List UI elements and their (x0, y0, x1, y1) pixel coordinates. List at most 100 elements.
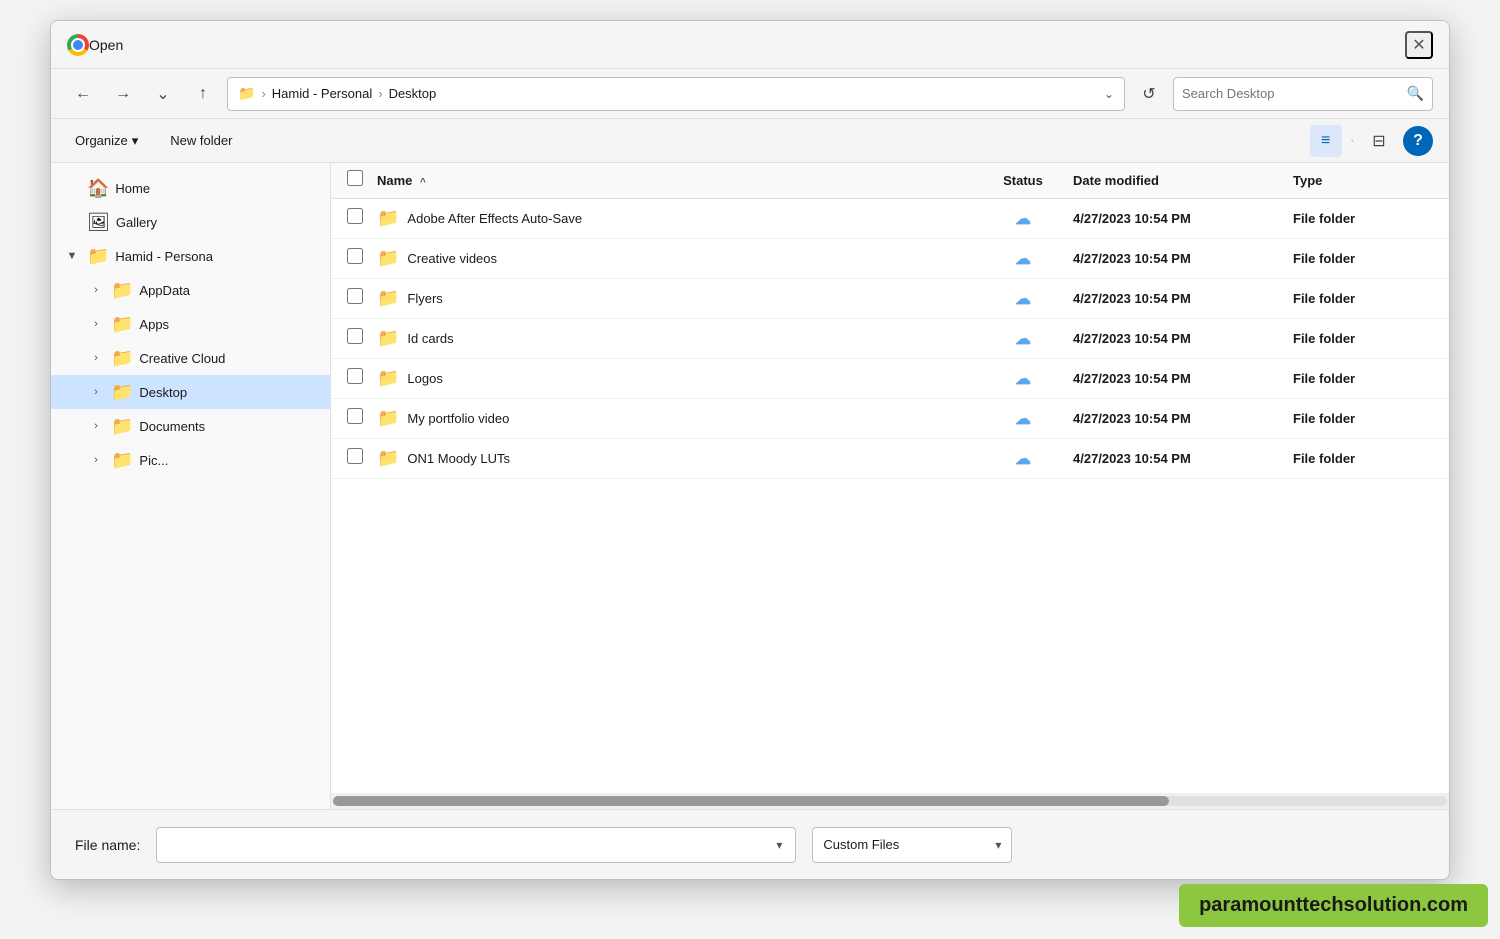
file-type-dropdown-arrow: ▾ (995, 838, 1001, 852)
sidebar-desktop-expand[interactable]: › (87, 383, 105, 401)
file-name-cell: 📁 My portfolio video (377, 408, 973, 429)
sidebar-appdata-label: AppData (139, 283, 318, 298)
table-row[interactable]: 📁 Creative videos ☁ 4/27/2023 10:54 PM F… (331, 239, 1449, 279)
file-date-cell: 4/27/2023 10:54 PM (1073, 331, 1293, 346)
search-input[interactable] (1182, 86, 1401, 101)
sidebar-item-apps[interactable]: › 📁 Apps (51, 307, 330, 341)
file-name-cell: 📁 Adobe After Effects Auto-Save (377, 208, 973, 229)
table-row[interactable]: 📁 Flyers ☁ 4/27/2023 10:54 PM File folde… (331, 279, 1449, 319)
folder-icon: 📁 (377, 248, 399, 269)
file-type-select[interactable]: Custom Files ▾ (812, 827, 1012, 863)
row-checkbox-col (347, 408, 377, 429)
row-checkbox-3[interactable] (347, 328, 363, 344)
forward-button[interactable]: → (107, 78, 139, 110)
row-checkbox-4[interactable] (347, 368, 363, 384)
file-name-dropdown-arrow[interactable]: ▾ (771, 838, 787, 852)
sidebar-item-gallery[interactable]: 🖼 Gallery (51, 205, 330, 239)
sidebar-pictures-label: Pic... (139, 453, 318, 468)
row-checkbox-col (347, 248, 377, 269)
cloud-status-icon: ☁ (1015, 451, 1031, 468)
list-view-icon: ≡ (1321, 132, 1330, 150)
bottom-bar: File name: ▾ Custom Files ▾ (51, 809, 1449, 879)
close-button[interactable]: ✕ (1405, 31, 1433, 59)
sidebar-apps-expand[interactable]: › (87, 315, 105, 333)
address-dropdown-chevron[interactable]: ⌄ (1104, 87, 1114, 101)
address-path-part-2: Desktop (389, 86, 437, 101)
back-button[interactable]: ← (67, 78, 99, 110)
file-status-cell: ☁ (973, 249, 1073, 269)
split-view-button[interactable]: ⊟ (1363, 125, 1395, 157)
sidebar-hamid-expand[interactable]: ▼ (63, 247, 81, 265)
file-type-cell: File folder (1293, 371, 1433, 386)
sidebar-appdata-expand[interactable]: › (87, 281, 105, 299)
file-date-cell: 4/27/2023 10:54 PM (1073, 211, 1293, 226)
cloud-status-icon: ☁ (1015, 251, 1031, 268)
file-name-text: Id cards (407, 331, 453, 346)
row-checkbox-0[interactable] (347, 208, 363, 224)
sidebar-item-desktop[interactable]: › 📁 Desktop (51, 375, 330, 409)
home-icon: 🏠 (87, 178, 109, 199)
sidebar-documents-label: Documents (139, 419, 318, 434)
column-header-status: Status (973, 173, 1073, 188)
table-row[interactable]: 📁 Adobe After Effects Auto-Save ☁ 4/27/2… (331, 199, 1449, 239)
sidebar-item-hamid-personal[interactable]: ▼ 📁 Hamid - Persona (51, 239, 330, 273)
sidebar-item-documents[interactable]: › 📁 Documents (51, 409, 330, 443)
action-bar: Organize ▾ New folder ≡ · ⊟ ? (51, 119, 1449, 163)
column-header-name[interactable]: Name ^ (377, 173, 973, 188)
row-checkbox-6[interactable] (347, 448, 363, 464)
sidebar-pictures-expand[interactable]: › (87, 451, 105, 469)
search-bar: 🔍 (1173, 77, 1433, 111)
refresh-button[interactable]: ↺ (1133, 78, 1165, 110)
file-list-area: Name ^ Status Date modified Type 📁 Adobe… (331, 163, 1449, 809)
table-row[interactable]: 📁 My portfolio video ☁ 4/27/2023 10:54 P… (331, 399, 1449, 439)
file-date-cell: 4/27/2023 10:54 PM (1073, 451, 1293, 466)
sidebar-creative-cloud-expand[interactable]: › (87, 349, 105, 367)
file-date-cell: 4/27/2023 10:54 PM (1073, 251, 1293, 266)
folder-icon: 📁 (377, 408, 399, 429)
cloud-status-icon: ☁ (1015, 211, 1031, 228)
sidebar-documents-expand[interactable]: › (87, 417, 105, 435)
sidebar-item-appdata[interactable]: › 📁 AppData (51, 273, 330, 307)
file-type-cell: File folder (1293, 331, 1433, 346)
address-separator-2: › (378, 86, 382, 101)
list-view-button[interactable]: ≡ (1310, 125, 1342, 157)
address-bar[interactable]: 📁 › Hamid - Personal › Desktop ⌄ (227, 77, 1125, 111)
sidebar-item-pictures[interactable]: › 📁 Pic... (51, 443, 330, 477)
horizontal-scrollbar[interactable] (331, 793, 1449, 809)
row-checkbox-col (347, 208, 377, 229)
row-checkbox-1[interactable] (347, 248, 363, 264)
organize-dropdown-arrow: ▾ (132, 133, 139, 149)
sidebar-home-expand (63, 179, 81, 197)
sidebar-desktop-label: Desktop (139, 385, 318, 400)
hscroll-thumb[interactable] (333, 796, 1169, 806)
documents-icon: 📁 (111, 416, 133, 437)
organize-button[interactable]: Organize ▾ (67, 129, 146, 153)
file-date-cell: 4/27/2023 10:54 PM (1073, 291, 1293, 306)
file-type-cell: File folder (1293, 411, 1433, 426)
appdata-icon: 📁 (111, 280, 133, 301)
row-checkbox-5[interactable] (347, 408, 363, 424)
file-status-cell: ☁ (973, 369, 1073, 389)
file-name-input[interactable] (165, 837, 771, 852)
file-name-text: Adobe After Effects Auto-Save (407, 211, 582, 226)
file-status-cell: ☁ (973, 449, 1073, 469)
creative-cloud-icon: 📁 (111, 348, 133, 369)
column-header-type: Type (1293, 173, 1433, 188)
table-row[interactable]: 📁 Id cards ☁ 4/27/2023 10:54 PM File fol… (331, 319, 1449, 359)
help-button[interactable]: ? (1403, 126, 1433, 156)
new-folder-button[interactable]: New folder (162, 129, 240, 152)
sidebar-item-creative-cloud[interactable]: › 📁 Creative Cloud (51, 341, 330, 375)
up-button[interactable]: ↑ (187, 78, 219, 110)
sidebar-item-home[interactable]: 🏠 Home (51, 171, 330, 205)
select-all-checkbox[interactable] (347, 170, 363, 186)
view-separator: · (1350, 132, 1355, 150)
table-row[interactable]: 📁 Logos ☁ 4/27/2023 10:54 PM File folder (331, 359, 1449, 399)
file-type-cell: File folder (1293, 251, 1433, 266)
table-row[interactable]: 📁 ON1 Moody LUTs ☁ 4/27/2023 10:54 PM Fi… (331, 439, 1449, 479)
name-sort-arrow: ^ (420, 177, 426, 188)
file-name-cell: 📁 Creative videos (377, 248, 973, 269)
pictures-icon: 📁 (111, 450, 133, 471)
dropdown-button[interactable]: ⌄ (147, 78, 179, 110)
file-name-label: File name: (75, 837, 140, 853)
row-checkbox-2[interactable] (347, 288, 363, 304)
